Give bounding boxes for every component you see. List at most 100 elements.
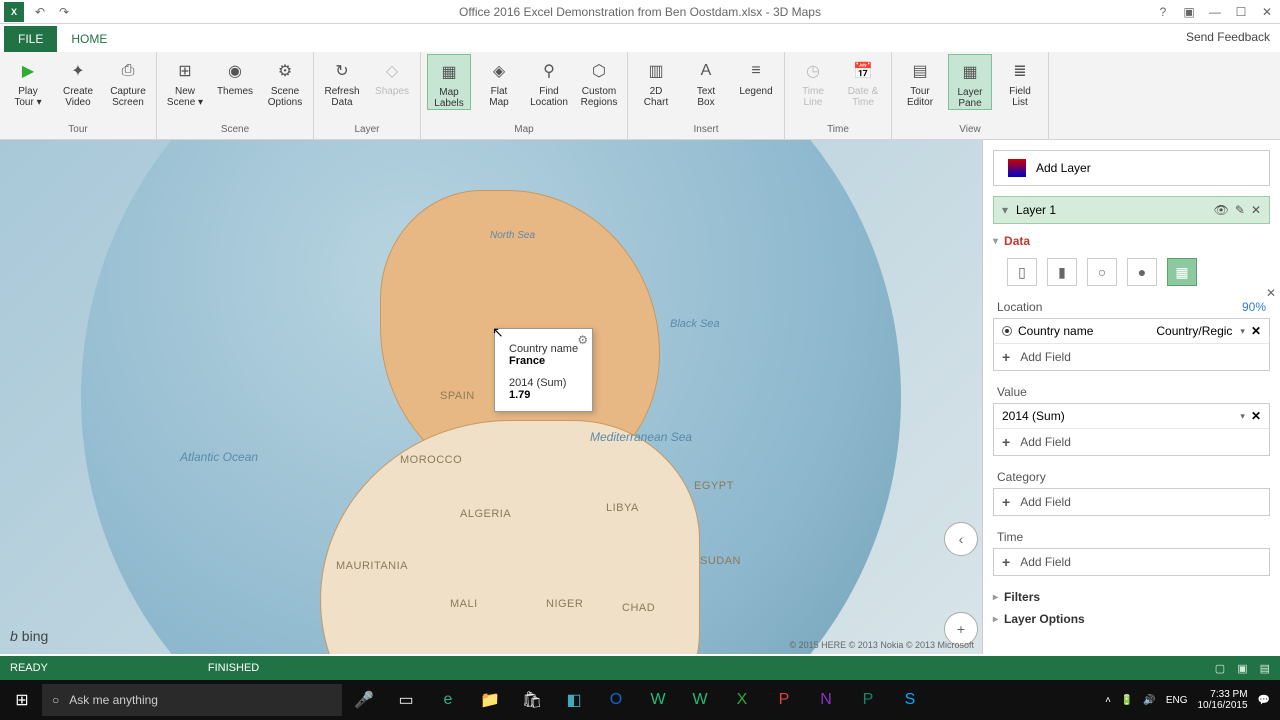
bing-attribution: bbing <box>10 628 48 644</box>
chevron-down-icon[interactable]: ▾ <box>1240 326 1245 337</box>
outlook-icon[interactable]: O <box>596 684 636 716</box>
file-explorer-icon[interactable]: 📁 <box>470 684 510 716</box>
ribbon-display-button[interactable]: ▣ <box>1176 2 1202 22</box>
task-view-icon[interactable]: ▭ <box>386 684 426 716</box>
tour-editor-button[interactable]: ▤Tour Editor <box>898 54 942 108</box>
home-tab[interactable]: HOME <box>57 26 121 52</box>
viz-stacked-column-button[interactable]: ▯ <box>1007 258 1037 286</box>
remove-value-button[interactable]: ✕ <box>1251 409 1261 423</box>
location-field-row[interactable]: Country name Country/Regic▾✕ <box>994 319 1269 344</box>
powerpoint-icon[interactable]: P <box>764 684 804 716</box>
flat-map-button[interactable]: ◈Flat Map <box>477 54 521 108</box>
map-canvas[interactable]: Atlantic Ocean North Sea Black Sea Medit… <box>0 140 982 654</box>
confidence-value[interactable]: 90% <box>1242 300 1266 314</box>
niger-label: NIGER <box>546 598 583 610</box>
view-normal-icon[interactable]: ▢ <box>1215 662 1225 675</box>
atlantic-label: Atlantic Ocean <box>180 450 258 464</box>
notifications-icon[interactable]: 💬 <box>1258 695 1270 706</box>
undo-button[interactable]: ↶ <box>28 2 52 22</box>
themes-button[interactable]: ◉Themes <box>213 54 257 97</box>
new-scene-button[interactable]: ⊞New Scene ▾ <box>163 54 207 108</box>
tooltip-label-2: 2014 (Sum) <box>509 377 578 389</box>
view-pagelayout-icon[interactable]: ▣ <box>1237 662 1247 675</box>
tooltip-value-2: 1.79 <box>509 389 578 401</box>
add-value-field-button[interactable]: +Add Field <box>994 429 1269 455</box>
skype-icon[interactable]: S <box>890 684 930 716</box>
excel-taskbar-icon[interactable]: X <box>722 684 762 716</box>
plus-icon: + <box>1002 434 1010 450</box>
algeria-label: ALGERIA <box>460 508 511 520</box>
cortana-search[interactable]: ○Ask me anything <box>42 684 342 716</box>
add-time-field-button[interactable]: +Add Field <box>994 549 1269 575</box>
add-layer-button[interactable]: Add Layer <box>993 150 1270 186</box>
capture-screen-button[interactable]: ⎙Capture Screen <box>106 54 150 108</box>
visibility-icon[interactable]: 👁 <box>1214 203 1229 217</box>
radio-icon[interactable] <box>1002 326 1012 336</box>
data-section-header[interactable]: ▾ Data <box>993 230 1270 252</box>
onenote-icon[interactable]: N <box>806 684 846 716</box>
create-video-button[interactable]: ✦Create Video <box>56 54 100 108</box>
rotate-left-button[interactable]: ‹ <box>944 522 978 556</box>
viz-heatmap-button[interactable]: ● <box>1127 258 1157 286</box>
tooltip-value-1: France <box>509 355 578 367</box>
collapse-layer-icon[interactable]: ▾ <box>1002 203 1008 217</box>
minimize-button[interactable]: — <box>1202 2 1228 22</box>
value-field-row[interactable]: 2014 (Sum) ▾✕ <box>994 404 1269 429</box>
close-pane-button[interactable]: ✕ <box>1266 286 1276 300</box>
tray-chevron-icon[interactable]: ˄ <box>1105 695 1111 706</box>
view-group-label: View <box>959 124 981 137</box>
app-icon[interactable]: ◧ <box>554 684 594 716</box>
location-field-box: Country name Country/Regic▾✕ +Add Field <box>993 318 1270 371</box>
filters-section-header[interactable]: ▸Filters <box>993 586 1270 608</box>
field-list-button[interactable]: ≣Field List <box>998 54 1042 108</box>
tooltip-label-1: Country name <box>509 343 578 355</box>
edge-icon[interactable]: e <box>428 684 468 716</box>
store-icon[interactable]: 🛍 <box>512 684 552 716</box>
publisher-icon[interactable]: P <box>848 684 888 716</box>
layer-options-section-header[interactable]: ▸Layer Options <box>993 608 1270 630</box>
remove-field-button[interactable]: ✕ <box>1251 324 1261 338</box>
legend-button[interactable]: ≡Legend <box>734 54 778 97</box>
rename-icon[interactable]: ✎ <box>1235 203 1245 217</box>
close-button[interactable]: ✕ <box>1254 2 1280 22</box>
language-indicator[interactable]: ENG <box>1166 695 1188 706</box>
send-feedback-link[interactable]: Send Feedback <box>1186 30 1270 44</box>
word2-icon[interactable]: W <box>680 684 720 716</box>
chevron-right-icon: ▸ <box>993 614 998 625</box>
chevron-down-icon[interactable]: ▾ <box>1240 411 1245 422</box>
battery-icon[interactable]: 🔋 <box>1121 695 1133 706</box>
mic-icon[interactable]: 🎤 <box>344 684 384 716</box>
add-location-field-button[interactable]: +Add Field <box>994 344 1269 370</box>
redo-button[interactable]: ↷ <box>52 2 76 22</box>
start-button[interactable]: ⊞ <box>4 684 40 716</box>
sudan-label: SUDAN <box>700 555 741 567</box>
add-category-field-button[interactable]: +Add Field <box>994 489 1269 515</box>
chevron-down-icon: ▾ <box>993 236 998 247</box>
help-button[interactable]: ? <box>1150 2 1176 22</box>
date-time-button: 📅Date & Time <box>841 54 885 108</box>
find-location-button[interactable]: ⚲Find Location <box>527 54 571 108</box>
volume-icon[interactable]: 🔊 <box>1143 695 1155 706</box>
viz-region-button[interactable]: ▦ <box>1167 258 1197 286</box>
play-tour-button[interactable]: ▶Play Tour ▾ <box>6 54 50 108</box>
custom-regions-button[interactable]: ⬡Custom Regions <box>577 54 621 108</box>
file-tab[interactable]: FILE <box>4 26 57 52</box>
viz-bubble-button[interactable]: ○ <box>1087 258 1117 286</box>
maximize-button[interactable]: ☐ <box>1228 2 1254 22</box>
plus-icon: + <box>1002 349 1010 365</box>
north-sea-label: North Sea <box>490 230 535 241</box>
word-icon[interactable]: W <box>638 684 678 716</box>
2d-chart-button[interactable]: ▥2D Chart <box>634 54 678 108</box>
viz-clustered-column-button[interactable]: ▮ <box>1047 258 1077 286</box>
delete-layer-icon[interactable]: ✕ <box>1251 203 1261 217</box>
refresh-data-button[interactable]: ↻Refresh Data <box>320 54 364 108</box>
clock[interactable]: 7:33 PM10/16/2015 <box>1197 689 1247 711</box>
view-pagebreak-icon[interactable]: ▤ <box>1260 662 1270 675</box>
text-box-button[interactable]: AText Box <box>684 54 728 108</box>
scene-options-button[interactable]: ⚙Scene Options <box>263 54 307 108</box>
layer-pane-button[interactable]: ▦Layer Pane <box>948 54 992 110</box>
time-group-label: Time <box>827 124 849 137</box>
map-labels-button[interactable]: ▦Map Labels <box>427 54 471 110</box>
tooltip-gear-icon[interactable]: ⚙ <box>577 333 588 347</box>
layer-header[interactable]: ▾ Layer 1 👁 ✎ ✕ <box>993 196 1270 224</box>
